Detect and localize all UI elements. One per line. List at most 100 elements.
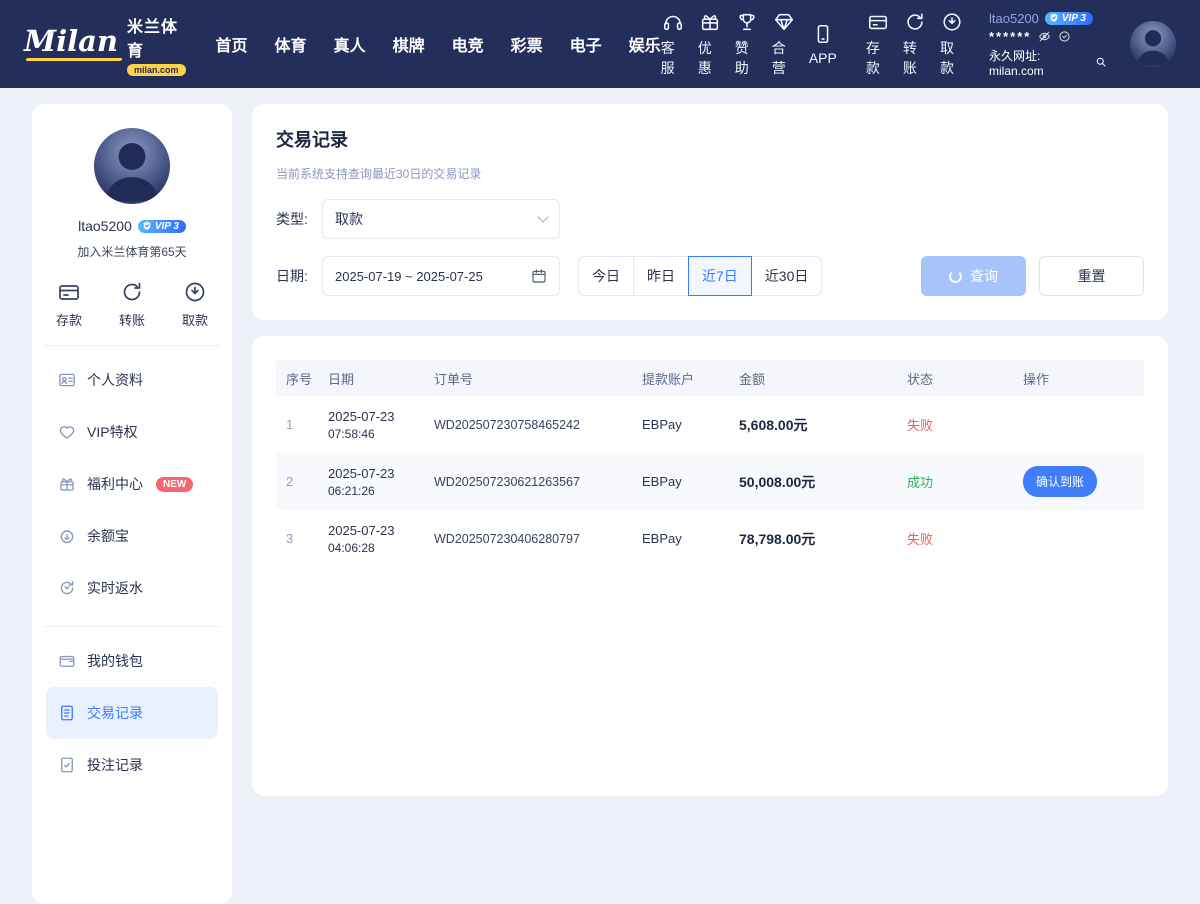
sidebar-item-bets[interactable]: 投注记录 xyxy=(46,739,218,791)
app-button[interactable]: APP xyxy=(809,23,837,66)
magnifier-icon[interactable] xyxy=(1095,56,1107,68)
trophy-icon xyxy=(736,11,758,33)
gift-icon xyxy=(699,11,721,33)
sidebar-item-benefits[interactable]: 福利中心 NEW xyxy=(46,458,218,510)
range-today-button[interactable]: 今日 xyxy=(578,256,634,296)
range-yesterday-button[interactable]: 昨日 xyxy=(633,256,689,296)
filters-panel: 交易记录 当前系统支持查询最近30日的交易记录 类型: 取款 日期: 2025-… xyxy=(252,104,1168,320)
nav-sports[interactable]: 体育 xyxy=(275,32,307,56)
sidebar-item-label: 交易记录 xyxy=(87,703,143,723)
sidebar-transfer-button[interactable]: 转账 xyxy=(119,280,145,329)
vip-badge: VIP 3 xyxy=(1045,12,1093,25)
nav-lottery[interactable]: 彩票 xyxy=(511,32,543,56)
brand-logo[interactable]: Milan 米兰体育 milan.com xyxy=(24,13,186,76)
type-selected-value: 取款 xyxy=(335,209,363,229)
nav-esports[interactable]: 电竞 xyxy=(452,32,484,56)
col-header-account: 提款账户 xyxy=(642,369,739,388)
range-30days-button[interactable]: 近30日 xyxy=(751,256,823,296)
profile-avatar[interactable] xyxy=(94,128,170,204)
search-button[interactable]: 查询 xyxy=(921,256,1026,296)
row-account: EBPay xyxy=(642,531,739,546)
profile-username: ltao5200 xyxy=(78,218,132,234)
phone-icon xyxy=(812,23,834,45)
sidebar-item-label: 实时返水 xyxy=(87,578,143,598)
col-header-status: 状态 xyxy=(907,369,1023,388)
sidebar-item-vip[interactable]: VIP特权 xyxy=(46,406,218,458)
type-select[interactable]: 取款 xyxy=(322,199,560,239)
sidebar-item-label: 我的钱包 xyxy=(87,651,143,671)
date-range-input[interactable]: 2025-07-19 ~ 2025-07-25 xyxy=(322,256,560,296)
headset-icon xyxy=(662,11,684,33)
masked-balance: ****** xyxy=(989,29,1031,44)
row-account: EBPay xyxy=(642,417,739,432)
user-avatar[interactable] xyxy=(1130,21,1176,67)
promo-label: 优惠 xyxy=(698,38,722,78)
row-index: 1 xyxy=(276,417,328,432)
row-status: 失败 xyxy=(907,529,1023,548)
sidebar-transfer-label: 转账 xyxy=(119,310,145,329)
sidebar-item-label: 个人资料 xyxy=(87,370,143,390)
gift-icon xyxy=(58,475,76,493)
loading-spinner-icon xyxy=(949,270,962,283)
sidebar-item-transactions[interactable]: 交易记录 xyxy=(46,687,218,739)
sidebar-item-wallet[interactable]: 我的钱包 xyxy=(46,635,218,687)
row-amount: 50,008.00元 xyxy=(739,472,907,492)
sidebar-wallet-actions: 存款 转账 取款 xyxy=(46,260,218,345)
sidebar: ltao5200 VIP 3 加入米兰体育第65天 存款 转账 取款 xyxy=(32,104,232,904)
records-panel: 序号 日期 订单号 提款账户 金额 状态 操作 1 2025-07-23 07:… xyxy=(252,336,1168,796)
brand-text: 米兰体育 milan.com xyxy=(127,13,186,76)
row-status: 失败 xyxy=(907,415,1023,434)
wallet-icon xyxy=(58,652,76,670)
col-header-amount: 金额 xyxy=(739,369,907,388)
sponsor-label: 赞助 xyxy=(735,38,759,78)
row-datetime: 2025-07-23 04:06:28 xyxy=(328,523,434,555)
transfer-button[interactable]: 转账 xyxy=(903,11,927,78)
reset-button-label: 重置 xyxy=(1078,266,1106,286)
row-order-number: WD202507230758465242 xyxy=(434,418,642,432)
row-index: 2 xyxy=(276,474,328,489)
date-label: 日期: xyxy=(276,266,322,286)
row-time: 07:58:46 xyxy=(328,427,434,441)
sidebar-item-label: VIP特权 xyxy=(87,422,138,442)
sidebar-item-profile[interactable]: 个人资料 xyxy=(46,354,218,406)
sponsor-button[interactable]: 赞助 xyxy=(735,11,759,78)
avatar-silhouette xyxy=(1130,21,1176,67)
withdraw-icon xyxy=(941,11,963,33)
avatar-silhouette xyxy=(94,128,170,204)
vip-level: VIP 3 xyxy=(1062,13,1086,24)
nav-live-casino[interactable]: 真人 xyxy=(334,32,366,56)
reset-button[interactable]: 重置 xyxy=(1039,256,1144,296)
refresh-balance-icon[interactable] xyxy=(1058,30,1071,43)
partner-button[interactable]: 合营 xyxy=(772,11,796,78)
nav-chess[interactable]: 棋牌 xyxy=(393,32,425,56)
sidebar-withdraw-button[interactable]: 取款 xyxy=(182,280,208,329)
range-7days-button[interactable]: 近7日 xyxy=(688,256,752,296)
quick-range-group: 今日 昨日 近7日 近30日 xyxy=(578,256,822,296)
nav-entertainment[interactable]: 娱乐 xyxy=(629,32,661,56)
promo-button[interactable]: 优惠 xyxy=(698,11,722,78)
deposit-button[interactable]: 存款 xyxy=(866,11,890,78)
withdraw-button[interactable]: 取款 xyxy=(940,11,964,78)
nav-slots[interactable]: 电子 xyxy=(570,32,602,56)
nav-home[interactable]: 首页 xyxy=(216,32,248,56)
table-row: 1 2025-07-23 07:58:46 WD2025072307584652… xyxy=(276,396,1144,453)
sidebar-item-label: 福利中心 xyxy=(87,474,143,494)
join-days-text: 加入米兰体育第65天 xyxy=(46,243,218,260)
col-header-order: 订单号 xyxy=(434,369,642,388)
sidebar-item-yuebao[interactable]: 余额宝 xyxy=(46,510,218,562)
confirm-receipt-button[interactable]: 确认到账 xyxy=(1023,466,1097,497)
username[interactable]: ltao5200 xyxy=(989,11,1039,26)
calendar-icon xyxy=(531,268,547,284)
support-button[interactable]: 客服 xyxy=(661,11,685,78)
chevron-down-icon xyxy=(537,211,548,222)
sidebar-deposit-button[interactable]: 存款 xyxy=(56,280,82,329)
sidebar-item-rebate[interactable]: 实时返水 xyxy=(46,562,218,614)
partner-label: 合营 xyxy=(772,38,796,78)
shield-icon xyxy=(1049,13,1059,23)
support-label: 客服 xyxy=(661,38,685,78)
permanent-url: 永久网址: milan.com xyxy=(989,47,1091,78)
row-date: 2025-07-23 xyxy=(328,523,434,538)
main-nav: 首页 体育 真人 棋牌 电竞 彩票 电子 娱乐 xyxy=(216,32,661,56)
brand-script: Milan xyxy=(24,27,118,61)
eye-off-icon[interactable] xyxy=(1038,30,1051,43)
